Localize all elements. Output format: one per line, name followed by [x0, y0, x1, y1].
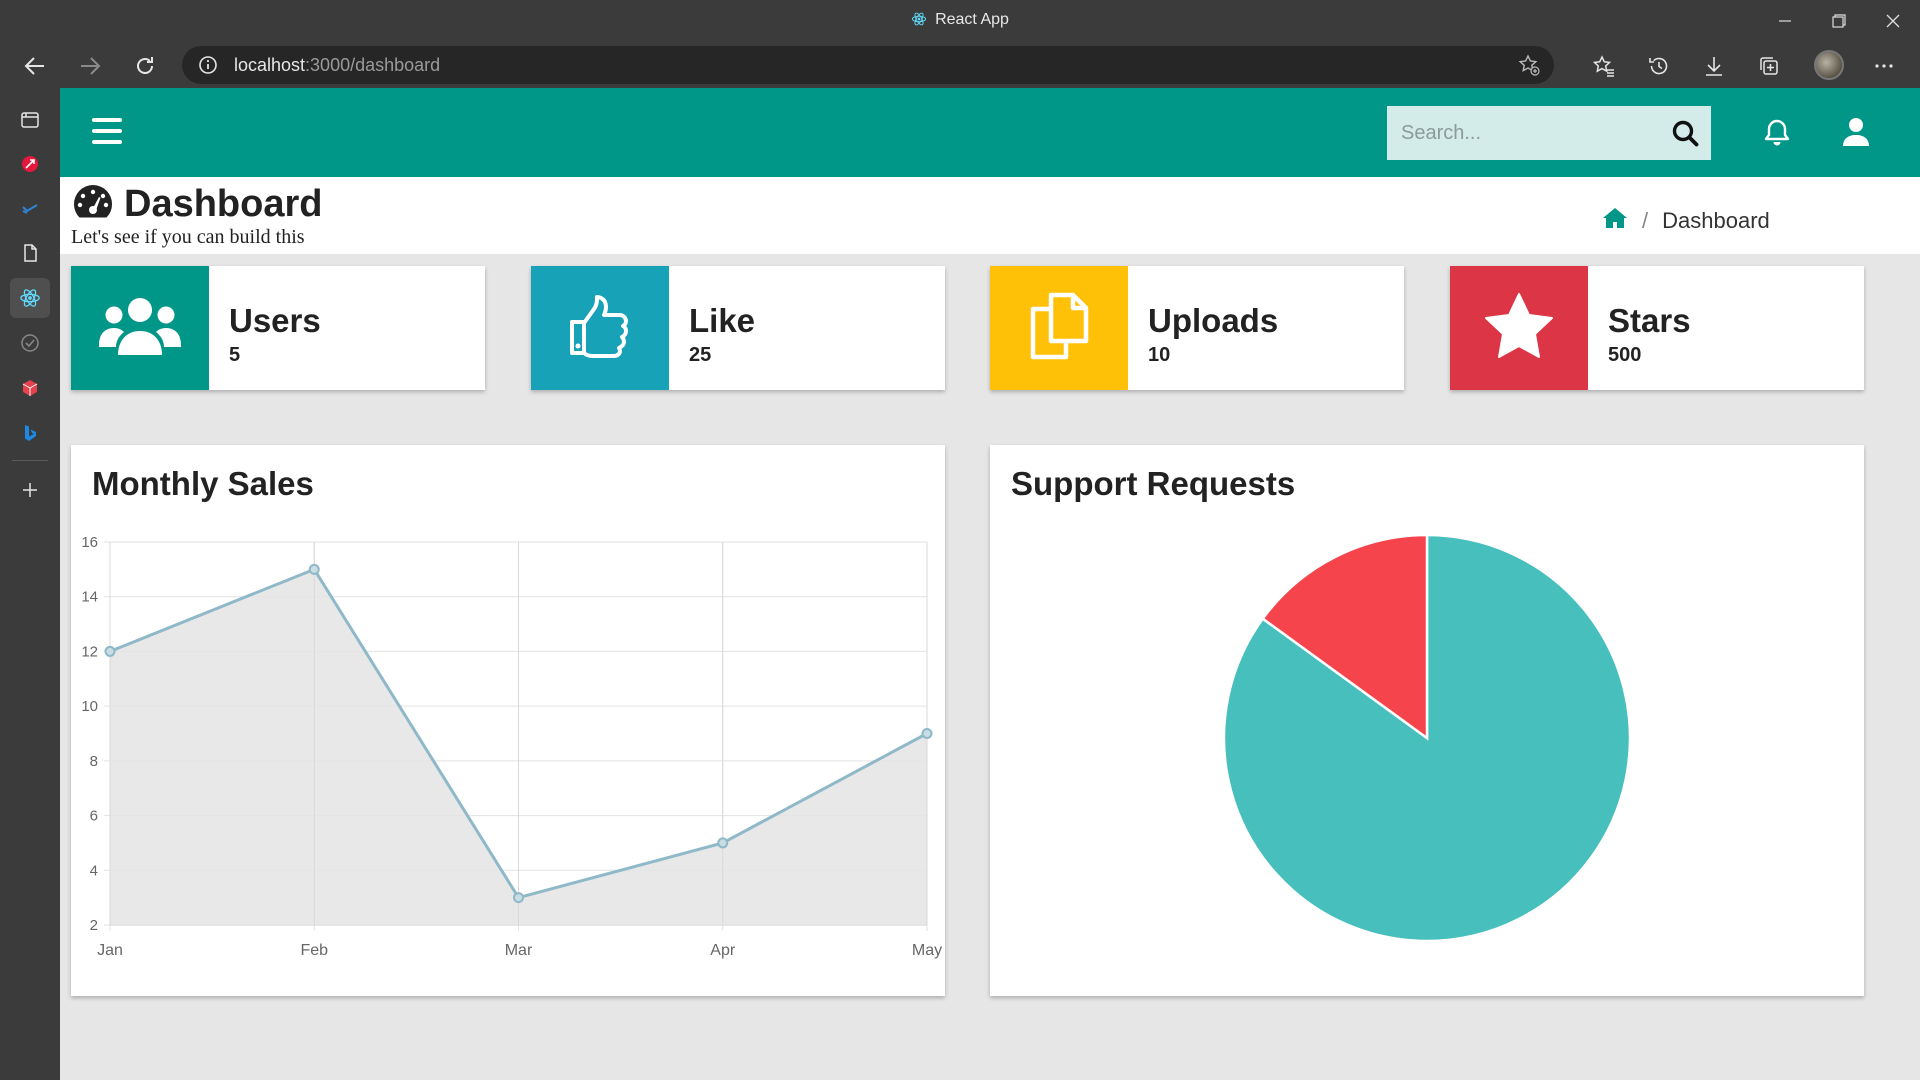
monthly-sales-title: Monthly Sales	[92, 465, 314, 502]
app-top-bar	[60, 88, 1920, 177]
more-options-icon[interactable]	[1866, 48, 1902, 84]
add-sidebar-item-icon[interactable]	[10, 470, 50, 510]
sidebar-tab-red-icon[interactable]	[10, 144, 50, 184]
close-window-button[interactable]	[1866, 0, 1920, 42]
breadcrumb-current: Dashboard	[1662, 208, 1770, 233]
browser-sidebar	[0, 88, 60, 1080]
sidebar-tab-check-icon[interactable]	[10, 323, 50, 363]
sales-data-point	[308, 563, 320, 575]
y-tick-label: 6	[90, 808, 98, 825]
sales-data-point	[104, 645, 116, 657]
y-tick-label: 4	[90, 862, 98, 879]
back-button[interactable]	[17, 48, 53, 84]
stat-card-stars[interactable]: Stars 500	[1450, 266, 1864, 390]
window-title-text: React App	[935, 11, 1009, 28]
sidebar-tab-document-icon[interactable]	[10, 233, 50, 273]
window-title: React App	[0, 11, 1920, 32]
sidebar-tab-react-icon[interactable]	[10, 278, 50, 318]
address-bar[interactable]: localhost:3000/dashboard	[182, 46, 1554, 84]
tab-actions-icon[interactable]	[10, 100, 50, 140]
card-label: Users	[229, 302, 321, 339]
like-icon-box	[531, 266, 669, 390]
uploads-icon-box	[990, 266, 1128, 390]
card-value: 500	[1608, 344, 1642, 366]
users-icon	[98, 295, 182, 362]
monthly-sales-panel: 2 4 6 8 10 12 14 16 Jan Feb Mar Apr May Monthly Sale…	[71, 445, 945, 996]
stat-card-uploads[interactable]: Uploads 10	[990, 266, 1404, 390]
breadcrumb: / Dashboard	[1602, 207, 1770, 235]
site-info-icon[interactable]	[198, 55, 218, 80]
monthly-sales-chart: 2 4 6 8 10 12 14 16 Jan Feb Mar Apr May	[81, 534, 942, 959]
sidebar-tab-bing-icon[interactable]	[10, 413, 50, 453]
sales-data-point	[513, 892, 524, 904]
collections-icon[interactable]	[1751, 48, 1787, 84]
app-viewport: Dashboard Let's see if you can build thi…	[60, 88, 1920, 1080]
stars-icon-box	[1450, 266, 1588, 390]
x-tick-label: Mar	[505, 942, 533, 959]
history-icon[interactable]	[1641, 48, 1677, 84]
profile-avatar[interactable]	[1814, 50, 1844, 80]
sidebar-tab-cube-icon[interactable]	[10, 368, 50, 408]
thumbs-up-icon	[567, 293, 633, 364]
breadcrumb-separator: /	[1642, 208, 1649, 233]
forward-button[interactable]	[72, 48, 108, 84]
search-input[interactable]	[1387, 106, 1657, 160]
star-icon	[1483, 292, 1555, 365]
address-row: localhost:3000/dashboard	[0, 42, 1920, 88]
dashboard-gauge-icon	[72, 183, 114, 226]
y-tick-label: 12	[81, 643, 98, 660]
user-icon[interactable]	[1842, 117, 1870, 152]
url-text: localhost:3000/dashboard	[234, 55, 440, 76]
x-tick-label: Jan	[97, 942, 123, 959]
x-tick-label: Feb	[300, 942, 328, 959]
x-tick-label: Apr	[710, 942, 736, 959]
y-tick-label: 10	[81, 698, 98, 715]
add-favorite-icon[interactable]	[1518, 54, 1540, 81]
sales-data-point	[717, 837, 729, 849]
y-tick-label: 8	[90, 753, 98, 770]
card-label: Uploads	[1148, 302, 1279, 339]
sales-data-point	[921, 728, 933, 739]
card-value: 25	[689, 344, 712, 366]
home-icon[interactable]	[1602, 207, 1628, 235]
copy-icon	[1029, 292, 1089, 365]
page-title-text: Dashboard	[124, 183, 323, 225]
sidebar-tab-blue-icon[interactable]	[10, 189, 50, 229]
react-logo-icon	[911, 11, 927, 32]
stat-card-like[interactable]: Like 25	[531, 266, 945, 390]
support-requests-title: Support Requests	[1011, 465, 1296, 502]
restore-button[interactable]	[1812, 0, 1866, 42]
stat-card-users[interactable]: Users 5	[71, 266, 485, 390]
card-label: Like	[689, 302, 756, 339]
page-title: Dashboard	[72, 183, 322, 226]
page-subtitle: Let's see if you can build this	[71, 226, 305, 248]
support-requests-chart	[1222, 533, 1632, 943]
y-tick-label: 14	[81, 589, 98, 606]
sidebar-divider	[12, 460, 48, 461]
menu-icon[interactable]	[92, 118, 122, 144]
card-value: 5	[229, 344, 241, 366]
x-tick-label: May	[912, 942, 942, 959]
y-tick-label: 16	[81, 534, 98, 551]
support-requests-panel: Support Requests	[990, 445, 1864, 996]
y-tick-label: 2	[90, 917, 98, 934]
refresh-button[interactable]	[127, 48, 163, 84]
downloads-icon[interactable]	[1696, 48, 1732, 84]
bell-icon[interactable]	[1763, 118, 1791, 153]
users-icon-box	[71, 266, 209, 390]
favorites-icon[interactable]	[1586, 48, 1622, 84]
url-path: :3000/dashboard	[305, 55, 441, 75]
browser-title-bar: React App	[0, 0, 1920, 42]
card-label: Stars	[1608, 302, 1691, 339]
search-icon[interactable]	[1671, 119, 1699, 152]
minimize-button[interactable]	[1758, 0, 1812, 42]
search-box	[1387, 106, 1711, 160]
card-value: 10	[1148, 344, 1171, 366]
url-host: localhost	[234, 55, 306, 75]
